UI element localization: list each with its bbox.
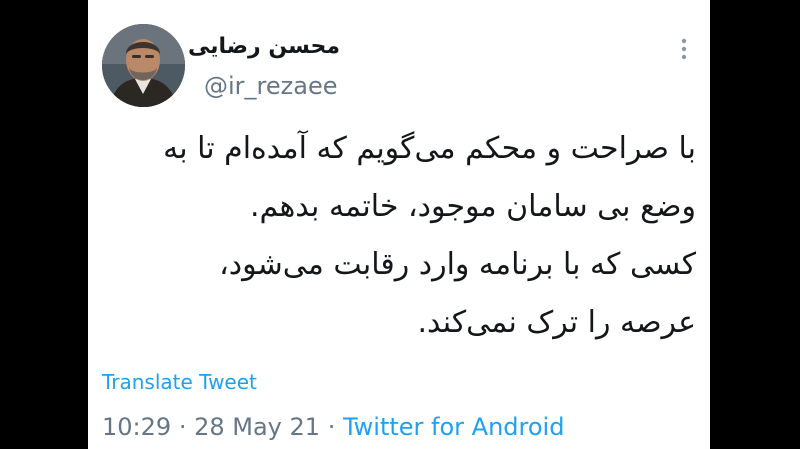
more-options-button[interactable] bbox=[674, 36, 694, 62]
author-handle[interactable]: @ir_rezaee bbox=[204, 72, 337, 100]
tweet-text-line: وضع بی سامان موجود، خاتمه بدهم. bbox=[249, 189, 696, 224]
meta-separator: · bbox=[327, 413, 336, 441]
tweet-card[interactable]: محسن رضایی @ir_rezaee با صراحت و محکم می… bbox=[88, 0, 710, 449]
tweet-date: 28 May 21 bbox=[194, 413, 321, 441]
author-name[interactable]: محسن رضایی bbox=[188, 34, 340, 59]
tweet-text-line: با صراحت و محکم می‌گویم که آمده‌ام تا به bbox=[163, 131, 696, 166]
more-vertical-icon bbox=[681, 38, 687, 60]
tweet-text-line: عرصه را ترک نمی‌کند. bbox=[417, 305, 696, 340]
tweet-text: با صراحت و محکم می‌گویم که آمده‌ام تا به… bbox=[102, 120, 696, 352]
tweet-source-link[interactable]: Twitter for Android bbox=[343, 413, 564, 441]
user-portrait-icon bbox=[102, 24, 185, 107]
tweet-meta: 10:29 · 28 May 21 · Twitter for Android bbox=[102, 413, 564, 441]
translate-tweet-link[interactable]: Translate Tweet bbox=[102, 370, 257, 394]
tweet-time: 10:29 bbox=[102, 413, 172, 441]
tweet-text-line: کسی که با برنامه وارد رقابت می‌شود، bbox=[219, 247, 696, 282]
avatar[interactable] bbox=[102, 24, 185, 107]
meta-separator: · bbox=[178, 413, 187, 441]
